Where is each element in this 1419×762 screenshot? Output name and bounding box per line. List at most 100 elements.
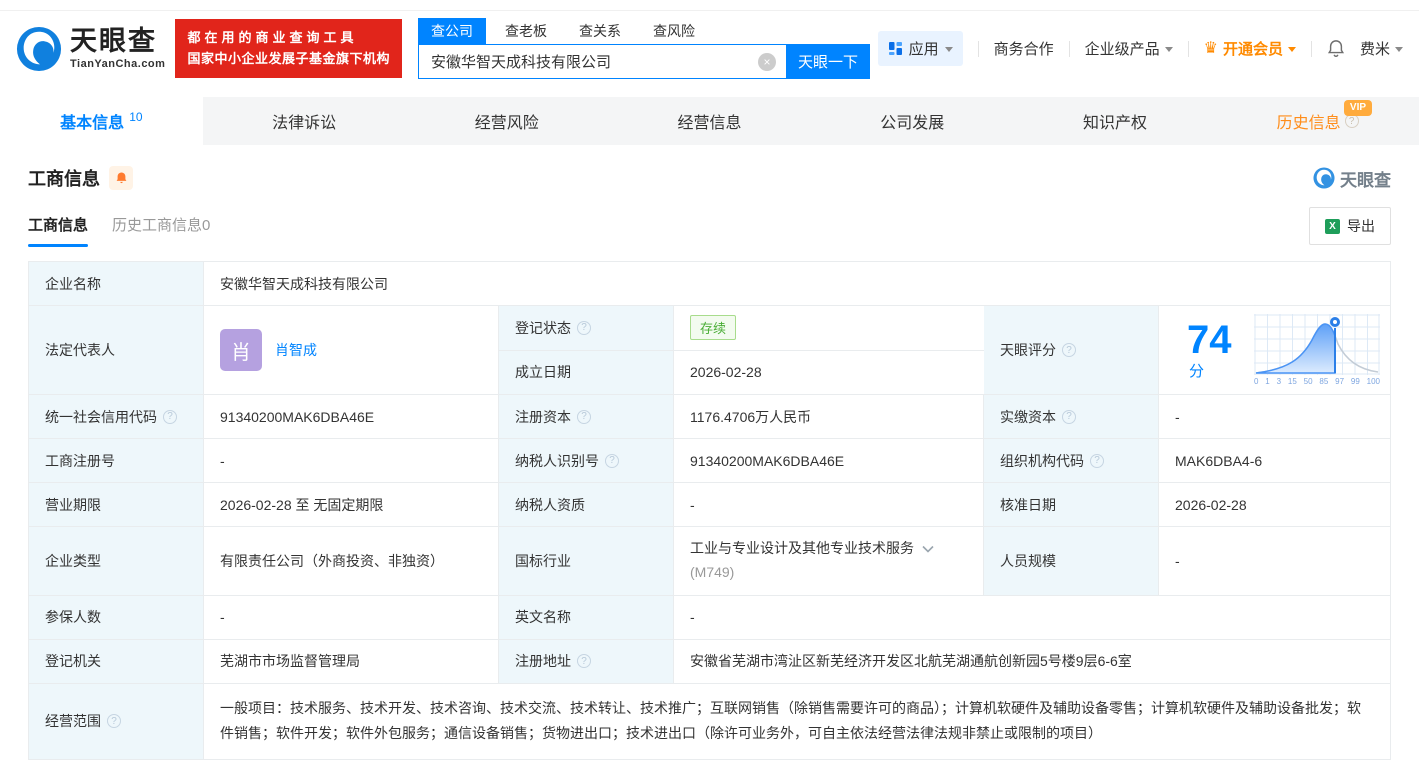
reg-status-label: 登记状态 ?	[499, 306, 674, 350]
help-icon[interactable]: ?	[1345, 114, 1359, 128]
chevron-down-icon	[1288, 47, 1296, 52]
search-block: 查公司 查老板 查关系 查风险 × 天眼一下	[418, 18, 870, 79]
industry-code: (M749)	[690, 561, 734, 585]
search-tab-boss[interactable]: 查老板	[492, 18, 560, 44]
industry-value: 工业与专业设计及其他专业技术服务 (M749)	[674, 527, 984, 595]
legal-rep-link[interactable]: 肖智成	[275, 340, 317, 360]
tab-label: 历史信息	[1277, 109, 1341, 133]
table-row: 法定代表人 肖 肖智成 登记状态 ? 存续 成立日期 2026-02-28 天眼…	[29, 306, 1390, 395]
clear-search-icon[interactable]: ×	[758, 53, 776, 71]
label-text: 统一社会信用代码	[45, 407, 157, 427]
legal-rep-value: 肖 肖智成	[204, 306, 499, 394]
taxpayer-quality-label: 纳税人资质	[499, 483, 674, 526]
tianyancha-logo[interactable]: 天眼查 TianYanCha.com	[16, 26, 165, 72]
tab-basic-info[interactable]: 基本信息 10	[0, 97, 203, 145]
paid-capital-label: 实缴资本 ?	[984, 395, 1159, 438]
vip-badge: VIP	[1344, 100, 1372, 116]
search-button[interactable]: 天眼一下	[786, 44, 870, 79]
brand-name: 天眼查	[70, 28, 165, 55]
enterprise-products-label: 企业级产品	[1085, 38, 1160, 59]
company-name-label: 企业名称	[29, 262, 204, 305]
reg-authority-value: 芜湖市市场监督管理局	[204, 640, 499, 683]
open-vip-label: 开通会员	[1223, 38, 1283, 59]
user-menu[interactable]: 费米	[1360, 38, 1403, 59]
help-icon[interactable]: ?	[107, 714, 121, 728]
staff-size-label: 人员规模	[984, 527, 1159, 595]
taxpayer-id-value: 91340200MAK6DBA46E	[674, 439, 984, 482]
export-button[interactable]: X 导出	[1309, 207, 1391, 245]
reg-authority-label: 登记机关	[29, 640, 204, 683]
help-icon[interactable]: ?	[605, 454, 619, 468]
help-icon[interactable]: ?	[163, 410, 177, 424]
search-tab-relation[interactable]: 查关系	[566, 18, 634, 44]
score-unit: 分	[1189, 363, 1204, 380]
insured-count-label: 参保人数	[29, 596, 204, 639]
business-term-label: 营业期限	[29, 483, 204, 526]
reg-capital-label: 注册资本 ?	[499, 395, 674, 438]
enterprise-products-menu[interactable]: 企业级产品	[1085, 38, 1173, 59]
apps-label: 应用	[909, 38, 939, 59]
business-cooperation-link[interactable]: 商务合作	[994, 38, 1054, 59]
crown-icon: ♛	[1204, 41, 1218, 57]
table-row: 工商注册号 - 纳税人识别号 ? 91340200MAK6DBA46E 组织机构…	[29, 439, 1390, 483]
tab-count: 10	[129, 110, 142, 124]
subtab-history-business-info[interactable]: 历史工商信息0	[112, 214, 210, 247]
insured-count-value: -	[204, 596, 499, 639]
company-name-value: 安徽华智天成科技有限公司	[204, 262, 1390, 305]
help-icon[interactable]: ?	[577, 321, 591, 335]
label-text: 经营范围	[45, 711, 101, 731]
tab-operating-info[interactable]: 经营信息	[608, 97, 811, 145]
subtab-business-info[interactable]: 工商信息	[28, 214, 88, 247]
english-name-label: 英文名称	[499, 596, 674, 639]
legal-rep-label: 法定代表人	[29, 306, 204, 394]
credit-code-value: 91340200MAK6DBA46E	[204, 395, 499, 438]
chevron-down-icon	[1165, 47, 1173, 52]
label-text: 注册资本	[515, 407, 571, 427]
score-value: 74分	[1159, 306, 1390, 394]
page-header: 天眼查 TianYanCha.com 都在用的商业查询工具 国家中小企业发展子基…	[0, 0, 1419, 97]
open-vip-menu[interactable]: ♛ 开通会员	[1204, 38, 1296, 59]
search-tab-risk[interactable]: 查风险	[640, 18, 708, 44]
menu-divider	[1188, 41, 1189, 57]
help-icon[interactable]: ?	[577, 654, 591, 668]
business-info-table: 企业名称 安徽华智天成科技有限公司 法定代表人 肖 肖智成 登记状态 ? 存续 …	[28, 261, 1391, 760]
help-icon[interactable]: ?	[1090, 454, 1104, 468]
help-icon[interactable]: ?	[577, 410, 591, 424]
company-nav-tabs: 基本信息 10 法律诉讼 经营风险 经营信息 公司发展 知识产权 VIP 历史信…	[0, 97, 1419, 145]
apps-grid-icon	[888, 41, 903, 56]
subscribe-bell-icon[interactable]	[109, 166, 133, 190]
watermark-logo: 天眼查	[1313, 166, 1391, 191]
search-tabs: 查公司 查老板 查关系 查风险	[418, 18, 870, 44]
excel-icon: X	[1325, 219, 1340, 234]
industry-label: 国标行业	[499, 527, 674, 595]
tab-operating-risk[interactable]: 经营风险	[405, 97, 608, 145]
approval-date-label: 核准日期	[984, 483, 1159, 526]
apps-menu[interactable]: 应用	[878, 31, 963, 66]
table-row: 企业类型 有限责任公司（外商投资、非独资） 国标行业 工业与专业设计及其他专业技…	[29, 527, 1390, 596]
watermark-swirl-icon	[1313, 167, 1335, 189]
table-row: 经营范围 ? 一般项目：技术服务、技术开发、技术咨询、技术交流、技术转让、技术推…	[29, 684, 1390, 760]
org-code-label: 组织机构代码 ?	[984, 439, 1159, 482]
tab-intellectual-property[interactable]: 知识产权	[1014, 97, 1217, 145]
chevron-down-icon	[1395, 47, 1403, 52]
help-icon[interactable]: ?	[1062, 410, 1076, 424]
credit-code-label: 统一社会信用代码 ?	[29, 395, 204, 438]
tab-history-info[interactable]: VIP 历史信息 ?	[1216, 97, 1419, 145]
approval-date-value: 2026-02-28	[1159, 483, 1390, 526]
business-scope-label: 经营范围 ?	[29, 684, 204, 760]
table-row: 参保人数 - 英文名称 -	[29, 596, 1390, 640]
promo-line2: 国家中小企业发展子基金旗下机构	[187, 49, 390, 69]
help-icon[interactable]: ?	[1062, 343, 1076, 357]
taxpayer-quality-value: -	[674, 483, 984, 526]
sub-tab-bar: 工商信息 历史工商信息0 X 导出	[0, 207, 1419, 247]
legal-rep-avatar[interactable]: 肖	[220, 329, 262, 371]
tab-label: 基本信息	[60, 109, 124, 133]
notifications-bell-icon[interactable]	[1327, 39, 1345, 58]
tab-company-development[interactable]: 公司发展	[811, 97, 1014, 145]
tab-legal-proceedings[interactable]: 法律诉讼	[203, 97, 406, 145]
search-tab-company[interactable]: 查公司	[418, 18, 486, 44]
promo-line1: 都在用的商业查询工具	[187, 28, 390, 48]
chevron-down-icon[interactable]	[922, 545, 934, 553]
logo-swirl-icon	[16, 26, 62, 72]
search-input[interactable]	[418, 44, 786, 79]
